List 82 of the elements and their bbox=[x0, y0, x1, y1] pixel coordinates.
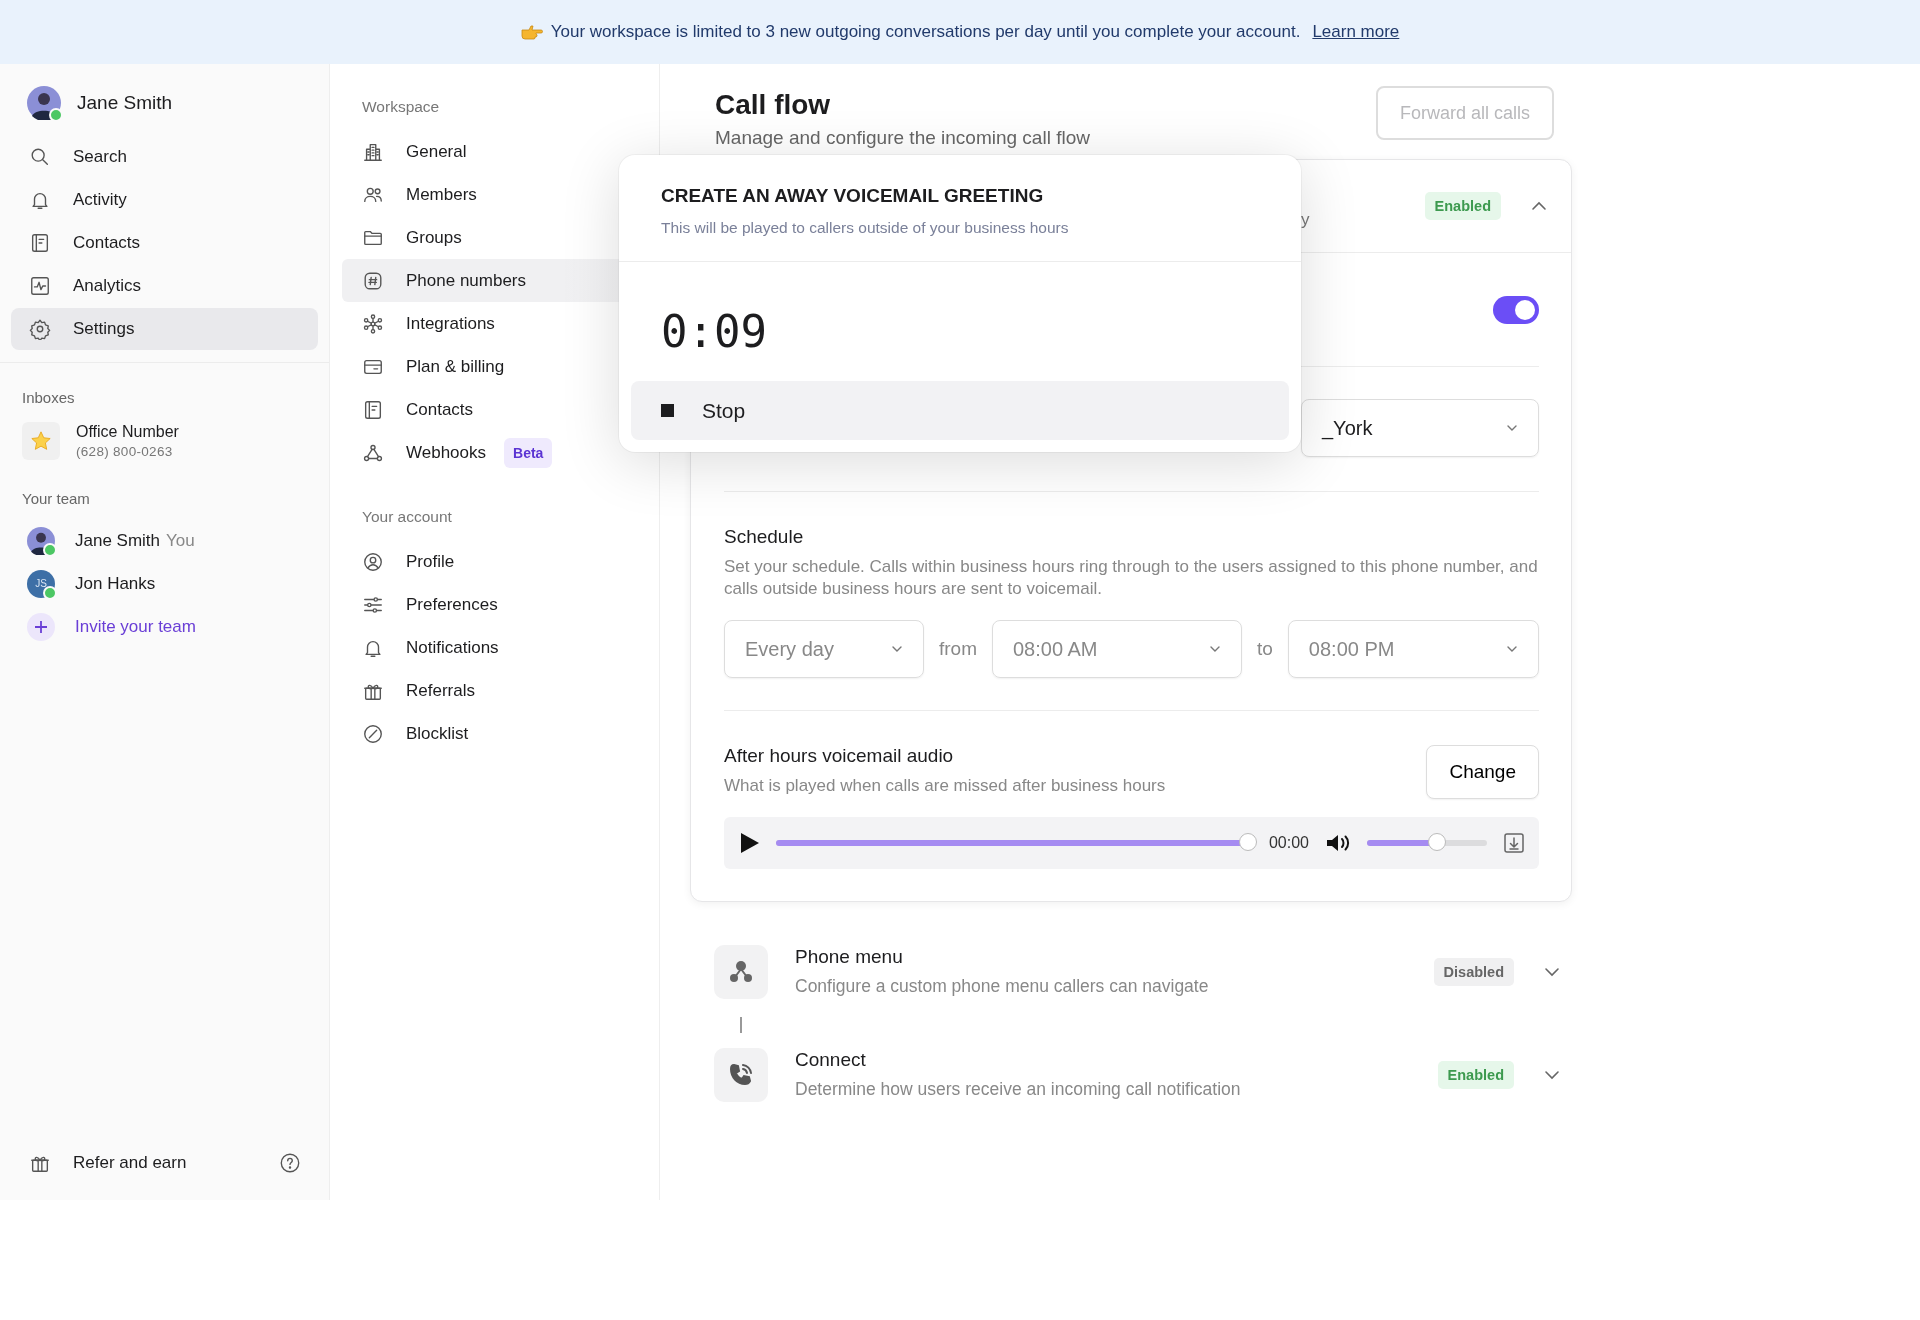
slider-thumb[interactable] bbox=[1239, 833, 1258, 851]
chevron-down-icon bbox=[891, 645, 903, 653]
dialog-title: CREATE AN AWAY VOICEMAIL GREETING bbox=[661, 185, 1045, 207]
change-button[interactable]: Change bbox=[1426, 745, 1539, 799]
stop-button[interactable]: Stop bbox=[631, 381, 1289, 440]
section-heading: Inboxes bbox=[21, 388, 76, 408]
timezone-dropdown[interactable]: _York bbox=[1301, 399, 1539, 457]
inbox-name[interactable]: Office Number bbox=[76, 423, 179, 441]
star-icon bbox=[30, 430, 52, 452]
nav-item[interactable]: Contacts bbox=[11, 222, 318, 264]
help-icon bbox=[279, 1152, 301, 1174]
recording-timer: 0:09 bbox=[660, 305, 768, 359]
section-description: Set your schedule. Calls within business hours ring through to the users assigned to this phone number, and calls outside business hours are sent to voicemail. bbox=[724, 556, 1539, 600]
banner-text: Your workspace is limited to 3 new outgoing conversations per day until you complete your account. bbox=[550, 22, 1301, 42]
to-label: to bbox=[1257, 638, 1273, 660]
step-description: Determine how users receive an incoming call notification bbox=[795, 1079, 1241, 1100]
section-heading: Your team bbox=[21, 489, 91, 509]
profile-icon bbox=[362, 550, 384, 573]
section-heading: Your account bbox=[361, 507, 453, 527]
menu-item[interactable]: Blocklist bbox=[342, 712, 659, 755]
chevron-down-icon[interactable] bbox=[1544, 966, 1560, 977]
blocked-icon bbox=[362, 722, 384, 745]
analytics-icon bbox=[29, 275, 51, 297]
menu-item[interactable]: Profile bbox=[342, 540, 659, 583]
chevron-up-icon[interactable] bbox=[1531, 201, 1547, 211]
status-badge: Enabled bbox=[1424, 192, 1501, 220]
nav-item[interactable]: Activity bbox=[11, 179, 318, 221]
status-badge: Disabled bbox=[1433, 957, 1514, 986]
section-title: After hours voicemail audio bbox=[724, 745, 955, 767]
plus-icon bbox=[27, 612, 55, 641]
download-icon[interactable] bbox=[1503, 832, 1525, 854]
menu-item[interactable]: Referrals bbox=[342, 669, 659, 712]
nav-item[interactable]: Search bbox=[11, 136, 318, 178]
play-icon[interactable] bbox=[738, 831, 760, 855]
section-description: What is played when calls are missed after business hours bbox=[724, 775, 1166, 797]
playback-time: 00:00 bbox=[1268, 834, 1309, 852]
nodes-icon bbox=[362, 312, 384, 335]
nav-item[interactable]: Settings bbox=[11, 308, 318, 350]
section-title: Schedule bbox=[724, 526, 805, 548]
menu-item[interactable]: Members bbox=[342, 173, 659, 216]
start-time-dropdown[interactable]: 08:00 AM bbox=[992, 620, 1242, 678]
member-name[interactable]: Jon Hanks bbox=[75, 573, 156, 594]
menu-item[interactable]: Preferences bbox=[342, 583, 659, 626]
status-badge: Enabled bbox=[1437, 1060, 1514, 1089]
contacts-book-icon bbox=[362, 398, 384, 421]
search-icon bbox=[29, 146, 51, 168]
section-heading: Workspace bbox=[361, 97, 441, 117]
step-description: Configure a custom phone menu callers can navigate bbox=[795, 976, 1209, 997]
refer-link[interactable]: Refer and earn bbox=[73, 1153, 257, 1173]
stop-icon bbox=[661, 404, 674, 417]
volume-icon[interactable] bbox=[1325, 832, 1351, 854]
member-tag: You bbox=[166, 530, 195, 551]
contacts-book-icon bbox=[29, 232, 51, 254]
page-subtitle: Manage and configure the incoming call flow bbox=[715, 127, 1090, 149]
beta-badge: Beta bbox=[504, 437, 553, 468]
chevron-down-icon bbox=[1209, 645, 1221, 653]
pointing-hand-icon bbox=[520, 24, 543, 40]
learn-more-link[interactable]: Learn more bbox=[1312, 22, 1400, 42]
settings-icon bbox=[29, 318, 51, 340]
menu-item[interactable]: Notifications bbox=[342, 626, 659, 669]
page-title: Call flow bbox=[715, 89, 832, 121]
end-time-dropdown[interactable]: 08:00 PM bbox=[1287, 620, 1539, 678]
step-title: Connect bbox=[795, 1049, 867, 1071]
toggle-switch[interactable] bbox=[1493, 295, 1539, 324]
slider-thumb[interactable] bbox=[1427, 833, 1446, 851]
menu-item[interactable]: Integrations bbox=[342, 302, 659, 345]
chevron-down-icon bbox=[1505, 645, 1518, 653]
menu-item[interactable]: Groups bbox=[342, 216, 659, 259]
user-name: Jane Smith bbox=[77, 92, 173, 114]
inbox-number: (628) 800-0263 bbox=[76, 444, 174, 459]
days-dropdown[interactable]: Every day bbox=[724, 620, 924, 678]
invite-link[interactable]: Invite your team bbox=[75, 616, 196, 637]
from-label: from bbox=[939, 638, 977, 660]
nav-item[interactable]: Analytics bbox=[11, 265, 318, 307]
step-title: Phone menu bbox=[795, 946, 904, 968]
chevron-down-icon bbox=[1506, 424, 1518, 432]
member-name[interactable]: Jane Smith bbox=[75, 530, 161, 551]
avatar: JS bbox=[27, 569, 55, 598]
card-title: y bbox=[1301, 210, 1310, 230]
dialog-subtitle: This will be played to callers outside of your business hours bbox=[661, 219, 1070, 237]
menu-item[interactable]: General bbox=[342, 130, 659, 173]
chevron-down-icon[interactable] bbox=[1544, 1069, 1560, 1080]
